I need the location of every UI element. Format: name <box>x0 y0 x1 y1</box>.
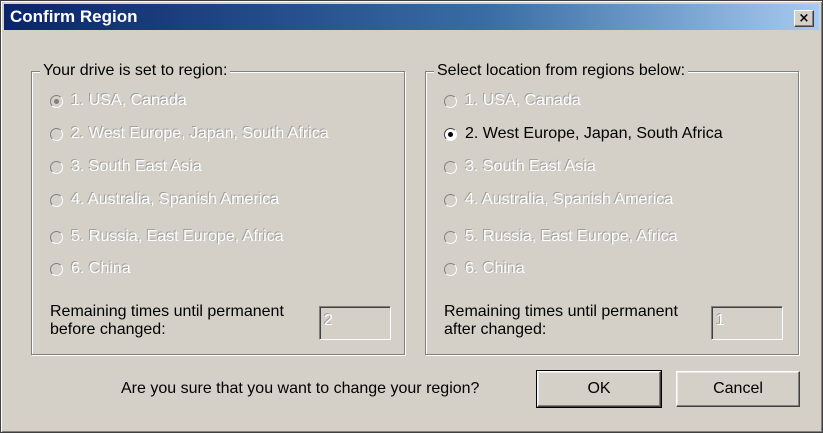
region-label: 6. China <box>465 260 525 277</box>
ok-button[interactable]: OK <box>536 370 662 408</box>
dialog-title: Confirm Region <box>10 7 138 26</box>
target-region-option-3: 3. South East Asia <box>444 157 596 177</box>
radio-icon <box>444 94 457 108</box>
confirm-region-dialog: Confirm Region × Your drive is set to re… <box>0 0 823 433</box>
title-bar: Confirm Region × <box>4 4 819 30</box>
remaining-before-line2: before changed: <box>50 321 166 338</box>
radio-icon <box>50 160 63 174</box>
region-label[interactable]: 2. West Europe, Japan, South Africa <box>465 125 723 143</box>
radio-icon <box>50 193 63 207</box>
remaining-after-label: Remaining times until permanent after ch… <box>444 303 704 339</box>
region-label: 3. South East Asia <box>465 158 596 175</box>
target-region-option-4: 4. Australia, Spanish America <box>444 190 673 210</box>
remaining-after-field: 1 <box>711 306 783 340</box>
close-button[interactable]: × <box>794 10 814 27</box>
region-label: 5. Russia, East Europe, Africa <box>71 228 284 245</box>
current-region-option-2: 2. West Europe, Japan, South Africa <box>50 124 329 144</box>
remaining-after-line1: Remaining times until permanent <box>444 303 678 320</box>
target-region-option-1: 1. USA, Canada <box>444 91 581 111</box>
target-region-group: Select location from regions below: 1. U… <box>425 61 799 355</box>
target-region-legend: Select location from regions below: <box>434 61 689 81</box>
current-region-option-4: 4. Australia, Spanish America <box>50 190 279 210</box>
radio-icon <box>50 262 63 276</box>
cancel-button[interactable]: Cancel <box>676 371 800 407</box>
current-region-group: Your drive is set to region: 1. USA, Can… <box>31 61 405 355</box>
region-label: 1. USA, Canada <box>465 92 581 109</box>
region-label: 4. Australia, Spanish America <box>465 191 674 208</box>
remaining-before-label: Remaining times until permanent before c… <box>50 303 310 339</box>
current-region-option-1: 1. USA, Canada <box>50 91 187 111</box>
radio-icon <box>50 94 63 108</box>
radio-selected-icon[interactable] <box>444 127 457 141</box>
radio-icon <box>444 262 457 276</box>
target-region-option-6: 6. China <box>444 259 525 279</box>
remaining-before-field: 2 <box>319 306 391 340</box>
current-region-option-5: 5. Russia, East Europe, Africa <box>50 227 284 247</box>
region-label: 5. Russia, East Europe, Africa <box>465 228 678 245</box>
current-region-option-6: 6. China <box>50 259 131 279</box>
radio-icon <box>444 160 457 174</box>
region-label: 3. South East Asia <box>71 158 202 175</box>
close-icon: × <box>798 11 810 26</box>
confirm-question: Are you sure that you want to change you… <box>121 380 480 397</box>
radio-icon <box>50 127 63 141</box>
radio-icon <box>444 230 457 244</box>
current-region-legend: Your drive is set to region: <box>40 61 231 81</box>
radio-icon <box>50 230 63 244</box>
region-label: 1. USA, Canada <box>71 92 187 109</box>
region-label: 2. West Europe, Japan, South Africa <box>71 125 329 142</box>
radio-icon <box>444 193 457 207</box>
region-label: 4. Australia, Spanish America <box>71 191 280 208</box>
target-region-option-5: 5. Russia, East Europe, Africa <box>444 227 678 247</box>
target-region-option-2[interactable]: 2. West Europe, Japan, South Africa <box>444 124 723 144</box>
remaining-before-line1: Remaining times until permanent <box>50 303 284 320</box>
region-label: 6. China <box>71 260 131 277</box>
remaining-after-line2: after changed: <box>444 321 547 338</box>
current-region-option-3: 3. South East Asia <box>50 157 202 177</box>
